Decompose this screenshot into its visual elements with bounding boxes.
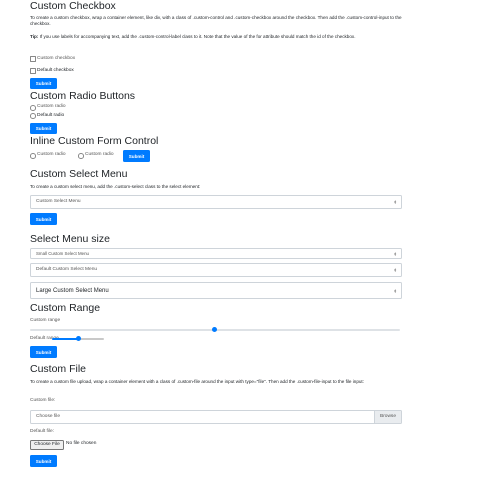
chevron-updown-icon: ⇕ [393, 251, 397, 256]
default-select-value: Default Custom Select Menu [36, 267, 98, 272]
custom-checkbox-heading: Custom Checkbox [30, 0, 116, 12]
default-radio-label[interactable]: Default radio [37, 113, 64, 119]
custom-range-heading: Custom Range [30, 302, 101, 314]
tip-text: If you use labels for accompanying text,… [39, 34, 356, 39]
default-range-thumb[interactable] [76, 336, 81, 341]
tip-label: Tip: [30, 34, 39, 39]
chevron-updown-icon: ⇕ [393, 267, 397, 273]
custom-file-input[interactable]: Choose file Browse [30, 410, 402, 424]
no-file-chosen-text: No file chosen [66, 441, 97, 446]
custom-radio-label[interactable]: Custom radio [37, 104, 66, 110]
checkbox-submit-button[interactable]: Submit [30, 78, 57, 89]
custom-range-thumb[interactable] [212, 327, 217, 332]
file-submit-button[interactable]: Submit [30, 455, 57, 467]
large-select-menu[interactable]: Large Custom Select Menu ⇕ [30, 282, 402, 299]
inline-radio-2-label[interactable]: Custom radio [85, 152, 114, 158]
inline-control-heading: Inline Custom Form Control [30, 135, 159, 147]
custom-radio-input[interactable] [30, 105, 36, 111]
custom-file-placeholder: Choose file [36, 414, 60, 419]
select-size-heading: Select Menu size [30, 233, 110, 245]
large-select-value: Large Custom Select Menu [36, 287, 109, 294]
custom-select-menu[interactable]: Custom Select Menu ⇕ [30, 195, 402, 209]
inline-radio-1-label[interactable]: Custom radio [37, 152, 66, 158]
small-select-value: Small Custom Select Menu [36, 250, 89, 256]
default-checkbox-label[interactable]: Default checkbox [37, 68, 74, 74]
inline-radio-2-input[interactable] [78, 153, 84, 159]
custom-select-heading: Custom Select Menu [30, 168, 128, 180]
small-select-menu[interactable]: Small Custom Select Menu ⇕ [30, 248, 402, 259]
choose-file-button[interactable]: Choose File [30, 440, 64, 450]
custom-checkbox-label[interactable]: Custom checkbox [37, 56, 75, 62]
chevron-updown-icon: ⇕ [393, 288, 397, 293]
default-range-fill [52, 338, 78, 340]
custom-file-label: Custom file: [30, 398, 56, 403]
inline-radio-1-input[interactable] [30, 153, 36, 159]
browse-button[interactable]: Browse [374, 411, 401, 423]
custom-checkbox-description: To create a custom checkbox, wrap a cont… [30, 15, 402, 26]
default-file-label: Default file: [30, 429, 54, 434]
range-submit-button[interactable]: Submit [30, 346, 57, 358]
custom-file-heading: Custom File [30, 363, 87, 375]
custom-radio-heading: Custom Radio Buttons [30, 90, 136, 102]
custom-select-value: Custom Select Menu [36, 199, 81, 204]
radio-submit-button[interactable]: Submit [30, 123, 57, 134]
default-radio-input[interactable] [30, 113, 36, 119]
default-select-menu[interactable]: Default Custom Select Menu ⇕ [30, 263, 402, 277]
default-checkbox-input[interactable] [30, 68, 36, 74]
chevron-updown-icon: ⇕ [393, 199, 397, 205]
custom-file-description: To create a custom file upload, wrap a c… [30, 379, 364, 384]
inline-submit-button[interactable]: Submit [123, 150, 150, 162]
select-submit-button[interactable]: Submit [30, 213, 57, 225]
custom-checkbox-input[interactable] [30, 56, 36, 62]
custom-checkbox-tip: Tip: If you use labels for accompanying … [30, 34, 402, 40]
custom-range-label: Custom range [30, 318, 61, 323]
custom-select-description: To create a custom select menu, add the … [30, 184, 201, 189]
